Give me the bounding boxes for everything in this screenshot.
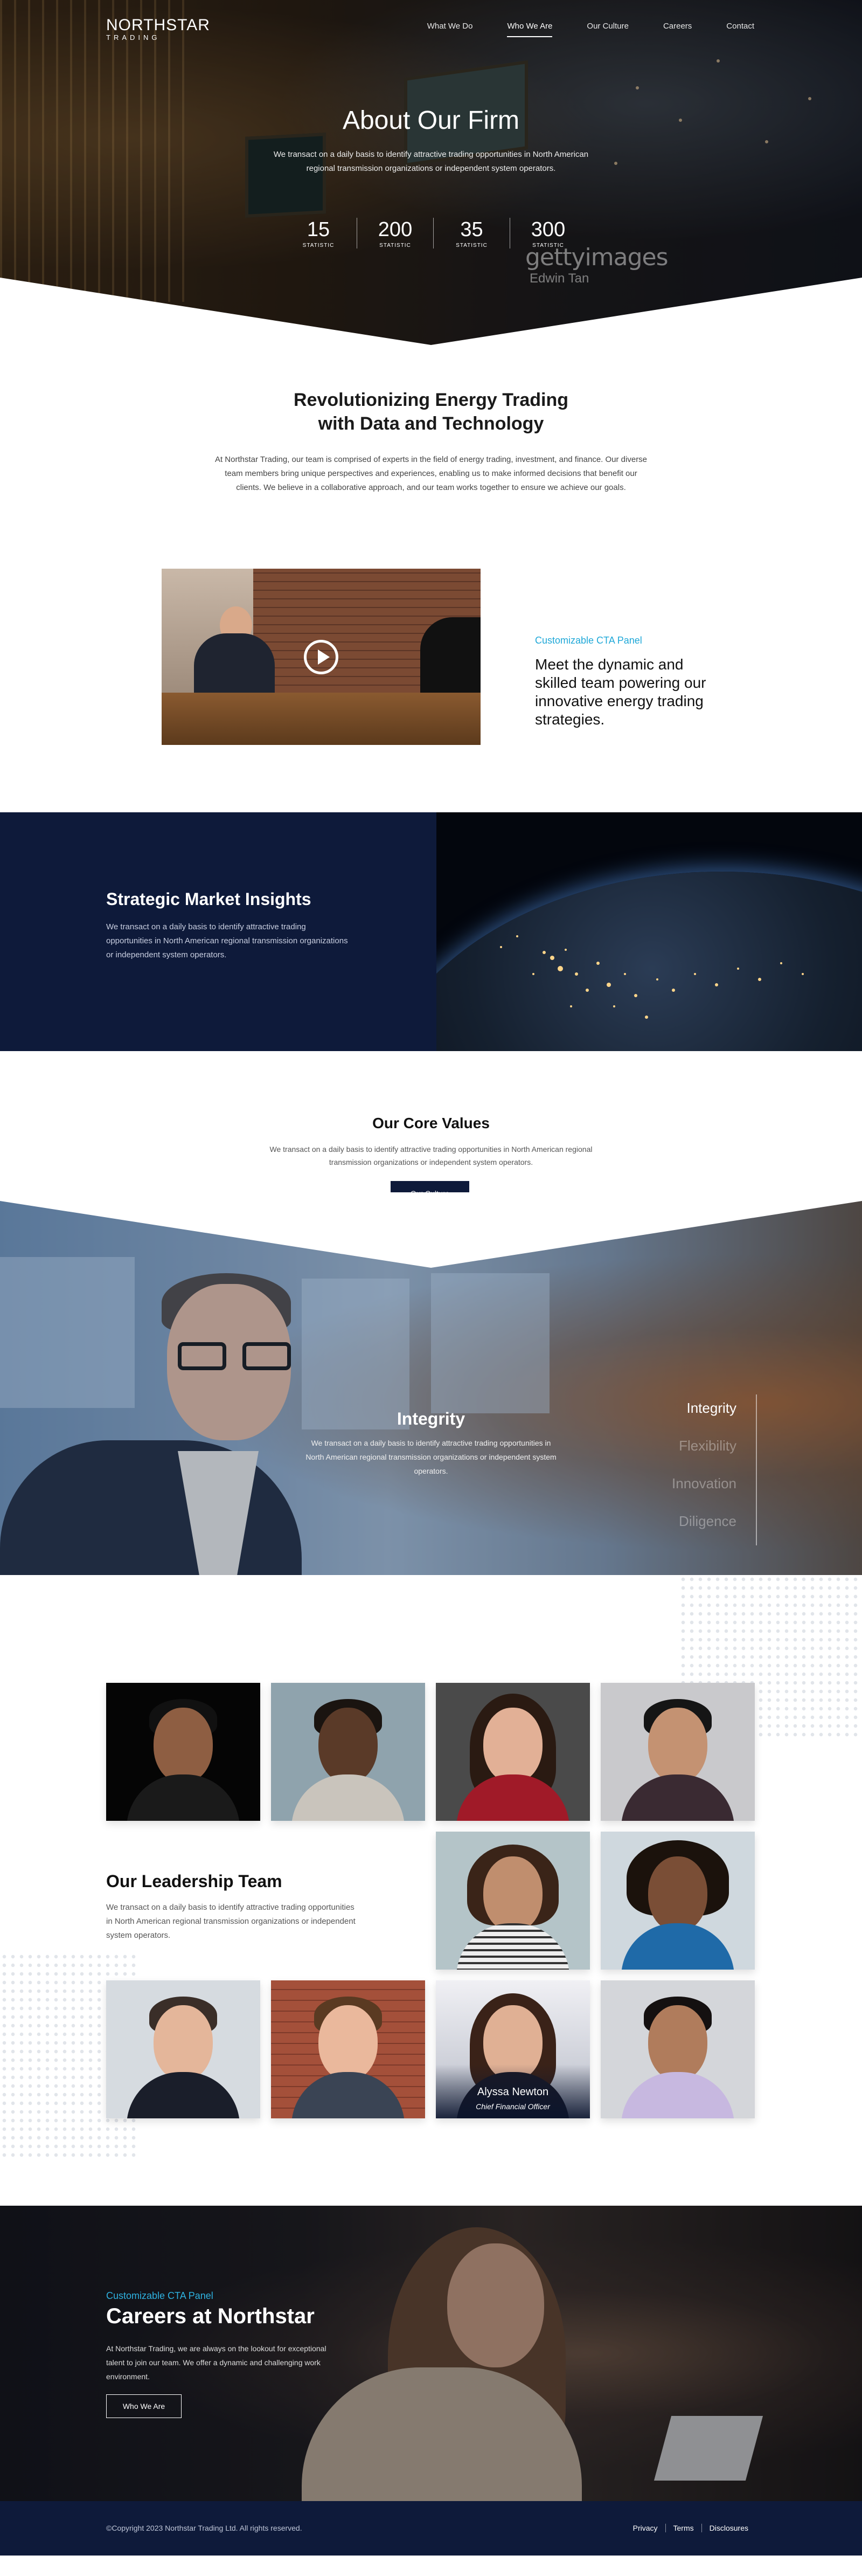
team-member-card[interactable] <box>601 1832 755 1970</box>
portrait-torso <box>621 1774 734 1821</box>
member-role: Chief Financial Officer <box>476 2102 550 2111</box>
intro-section: Revolutionizing Energy Trading with Data… <box>0 345 862 539</box>
portrait-face <box>648 2005 707 2081</box>
strategic-title: Strategic Market Insights <box>106 889 311 909</box>
core-values-title: Our Core Values <box>372 1115 490 1131</box>
leadership-text: We transact on a daily basis to identify… <box>106 1903 356 1940</box>
footer-link-terms[interactable]: Terms <box>665 2524 701 2532</box>
city-lights <box>500 935 804 1019</box>
team-member-card-featured[interactable]: Alyssa Newton Chief Financial Officer <box>436 1980 590 2118</box>
portrait-face <box>154 2005 213 2081</box>
team-member-card[interactable] <box>106 1683 260 1821</box>
portrait-face <box>648 1856 707 1932</box>
leadership-section: Our Leadership Team We transact on a dai… <box>0 1575 862 2206</box>
member-name: Alyssa Newton <box>477 2086 549 2098</box>
earth-night-image <box>436 812 862 1051</box>
portrait-face <box>483 1708 543 1783</box>
values-top-shape <box>0 1192 862 1268</box>
team-member-card[interactable] <box>436 1683 590 1821</box>
careers-eyebrow: Customizable CTA Panel <box>106 2290 213 2301</box>
portrait-face <box>318 2005 378 2081</box>
strategic-text: We transact on a daily basis to identify… <box>106 922 348 959</box>
hero-section: NORTHSTAR TRADING What We Do Who We Are … <box>0 0 862 345</box>
portrait-face <box>318 1708 378 1783</box>
video-cta-section: Customizable CTA Panel Meet the dynamic … <box>0 539 862 812</box>
intro-title-line2: with Data and Technology <box>318 413 544 434</box>
cta-text: Meet the dynamic and skilled team poweri… <box>535 656 706 728</box>
intro-text: At Northstar Trading, our team is compri… <box>214 455 648 492</box>
team-member-card[interactable] <box>106 1980 260 2118</box>
portrait-torso <box>621 1923 734 1970</box>
careers-title: Careers at Northstar <box>106 2304 315 2328</box>
team-member-card[interactable] <box>271 1980 425 2118</box>
meeting-table <box>162 693 481 745</box>
play-icon[interactable] <box>304 640 338 674</box>
tab-flexibility[interactable]: Flexibility <box>649 1432 756 1470</box>
tab-diligence[interactable]: Diligence <box>649 1508 756 1545</box>
footer-link-disclosures[interactable]: Disclosures <box>701 2524 756 2532</box>
portrait-face <box>154 1708 213 1783</box>
member-caption: Alyssa Newton Chief Financial Officer <box>436 2064 590 2118</box>
values-tab-list: Integrity Flexibility Innovation Diligen… <box>649 1394 757 1545</box>
portrait-torso <box>291 1774 405 1821</box>
intro-title: Revolutionizing Energy Trading with Data… <box>0 388 862 436</box>
copyright: ©Copyright 2023 Northstar Trading Ltd. A… <box>106 2524 302 2532</box>
portrait-torso <box>127 1774 240 1821</box>
core-values-text: We transact on a daily basis to identify… <box>269 1145 593 1166</box>
portrait-torso <box>127 2072 240 2118</box>
team-member-card[interactable] <box>601 1683 755 1821</box>
careers-text: At Northstar Trading, we are always on t… <box>106 2344 326 2381</box>
value-text: We transact on a daily basis to identify… <box>305 1439 557 1475</box>
footer: ©Copyright 2023 Northstar Trading Ltd. A… <box>0 2501 862 2556</box>
tab-innovation[interactable]: Innovation <box>649 1470 756 1508</box>
values-tabs-section: Integrity We transact on a daily basis t… <box>0 1192 862 1575</box>
strategic-insights-section: Strategic Market Insights We transact on… <box>0 812 862 1051</box>
team-member-card[interactable] <box>271 1683 425 1821</box>
footer-link-privacy[interactable]: Privacy <box>625 2524 665 2532</box>
cta-eyebrow: Customizable CTA Panel <box>535 635 642 646</box>
footer-links: Privacy Terms Disclosures <box>625 2524 756 2532</box>
who-we-are-button[interactable]: Who We Are <box>106 2394 182 2418</box>
portrait-face <box>483 1856 543 1932</box>
portrait-face <box>648 1708 707 1783</box>
portrait-torso <box>456 1923 569 1970</box>
portrait-torso <box>291 2072 405 2118</box>
tab-integrity[interactable]: Integrity <box>649 1394 756 1432</box>
video-thumbnail[interactable] <box>162 569 481 745</box>
team-member-card[interactable] <box>601 1980 755 2118</box>
careers-section: Customizable CTA Panel Careers at Norths… <box>0 2206 862 2501</box>
hero-bottom-shape <box>0 278 862 345</box>
leadership-title: Our Leadership Team <box>106 1871 282 1891</box>
intro-title-line1: Revolutionizing Energy Trading <box>293 390 569 410</box>
portrait-torso <box>621 2072 734 2118</box>
team-member-card[interactable] <box>436 1832 590 1970</box>
